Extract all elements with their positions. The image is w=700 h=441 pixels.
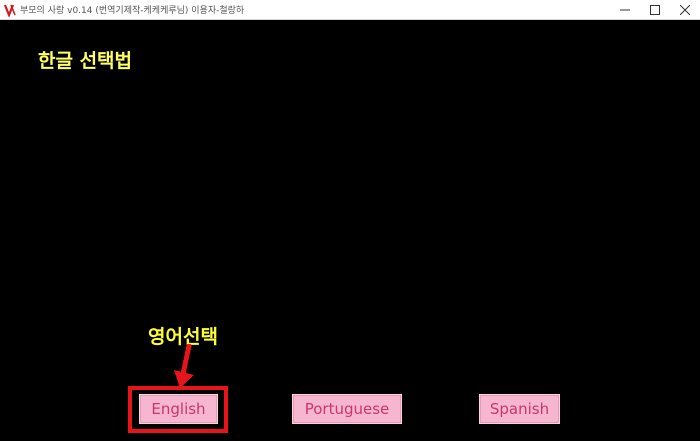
- window-title: 부모의 사랑 v0.14 (번역기제작-케케케루님) 이용자-철랑하: [20, 6, 245, 16]
- app-window: 부모의 사랑 v0.14 (번역기제작-케케케루님) 이용자-철랑하 한글 선택…: [0, 0, 700, 441]
- annotation-arrow-icon: [174, 344, 194, 388]
- spanish-button[interactable]: Spanish: [479, 394, 560, 424]
- maximize-icon: [650, 4, 660, 15]
- title-bar[interactable]: 부모의 사랑 v0.14 (번역기제작-케케케루님) 이용자-철랑하: [0, 0, 700, 20]
- minimize-icon: [620, 9, 630, 10]
- minimize-button[interactable]: [610, 0, 640, 19]
- close-icon: [680, 4, 690, 15]
- portuguese-button-label: Portuguese: [304, 400, 390, 418]
- maximize-button[interactable]: [640, 0, 670, 19]
- game-screen: 한글 선택법 영어선택 English Portuguese Spanish: [0, 20, 700, 441]
- portuguese-button[interactable]: Portuguese: [292, 394, 402, 424]
- page-heading: 한글 선택법: [38, 50, 133, 72]
- spanish-button-label: Spanish: [489, 400, 550, 418]
- english-button-label: English: [151, 400, 206, 418]
- english-button[interactable]: English: [139, 394, 218, 424]
- app-logo-icon: [4, 4, 16, 17]
- close-button[interactable]: [670, 0, 700, 19]
